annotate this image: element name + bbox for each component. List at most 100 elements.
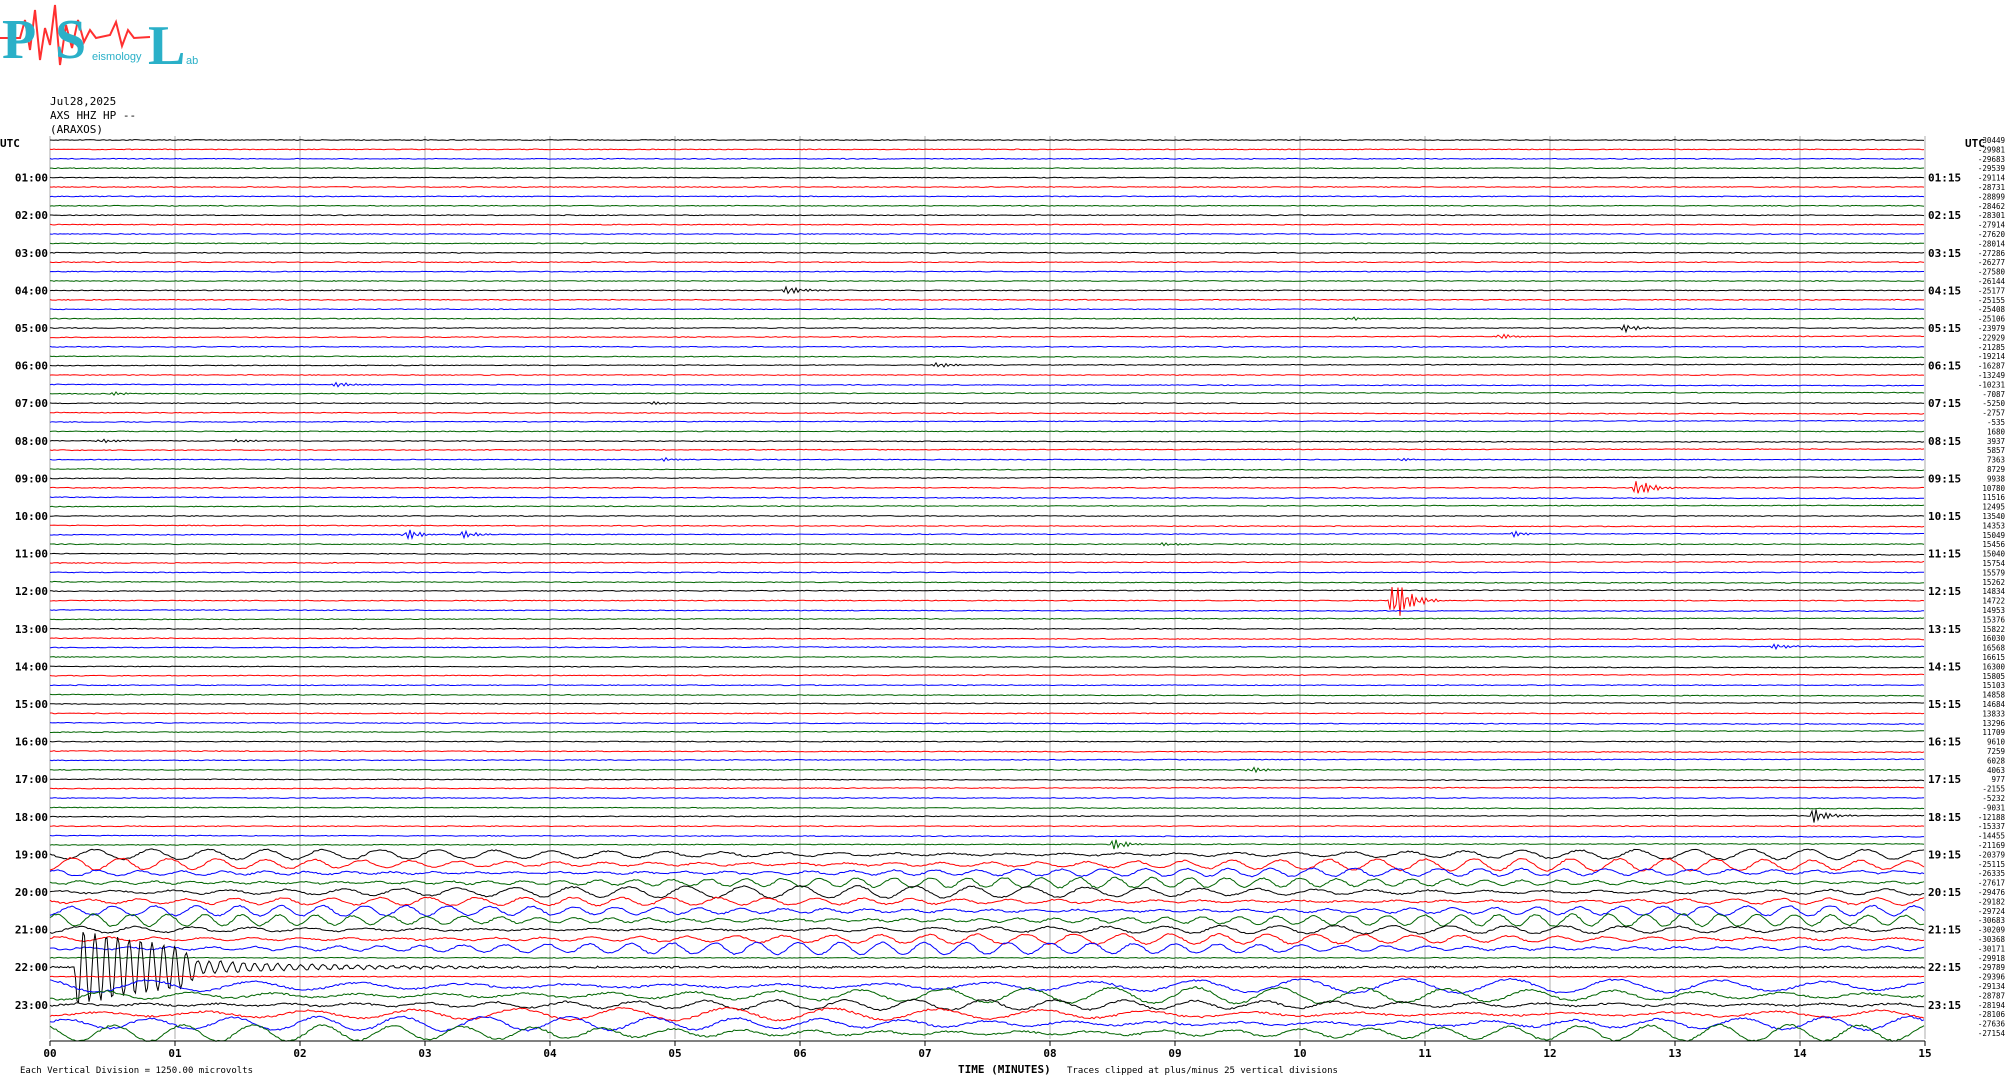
- seismic-trace: [49, 617, 1925, 621]
- x-tick-label: 09: [1168, 1047, 1181, 1060]
- x-tick-label: 13: [1668, 1047, 1681, 1060]
- hour-label-left: 13:00: [15, 623, 48, 636]
- hour-label-right: 10:15: [1928, 510, 1961, 523]
- trace-mean-label: 14353: [1982, 521, 2005, 530]
- seismic-trace: [49, 1006, 1925, 1022]
- seismic-trace: [49, 571, 1925, 574]
- trace-mean-label: -21285: [1978, 343, 2005, 352]
- trace-mean-label: 14722: [1982, 597, 2005, 606]
- trace-mean-label: -29476: [1978, 888, 2006, 897]
- hour-label-right: 03:15: [1928, 247, 1961, 260]
- seismic-trace: [49, 766, 1925, 774]
- trace-mean-label: 7259: [1987, 747, 2005, 756]
- trace-mean-label: -25155: [1978, 296, 2005, 305]
- seismic-trace: [49, 941, 1925, 956]
- hour-label-left: 23:00: [15, 999, 48, 1012]
- hour-label-left: 03:00: [15, 247, 48, 260]
- seismic-trace: [49, 481, 1925, 494]
- trace-mean-label: 14684: [1982, 700, 2005, 709]
- trace-mean-label: 13833: [1982, 709, 2005, 718]
- trace-mean-label: 16568: [1982, 644, 2005, 653]
- trace-mean-label: 14858: [1982, 691, 2005, 700]
- trace-mean-label: 11709: [1982, 728, 2005, 737]
- x-tick-label: 02: [293, 1047, 306, 1060]
- hour-label-right: 12:15: [1928, 585, 1961, 598]
- trace-mean-label: -28899: [1978, 192, 2005, 201]
- seismic-trace: [49, 251, 1925, 254]
- trace-mean-label: -29981: [1978, 145, 2005, 154]
- trace-mean-label: -29539: [1978, 164, 2005, 173]
- trace-mean-label: -29114: [1978, 174, 2006, 183]
- trace-mean-label: -29789: [1978, 963, 2005, 972]
- trace-mean-label: -28787: [1978, 991, 2005, 1000]
- trace-mean-label: -27914: [1978, 221, 2006, 230]
- seismic-trace: [49, 656, 1925, 658]
- seismic-trace: [50, 411, 1925, 415]
- seismic-trace: [49, 932, 1926, 1004]
- hour-label-right: 15:15: [1928, 698, 1961, 711]
- seismic-trace: [49, 839, 1925, 850]
- x-tick-label: 14: [1793, 1047, 1807, 1060]
- seismic-trace: [49, 333, 1925, 340]
- trace-mean-label: -30171: [1978, 944, 2005, 953]
- seismic-trace: [49, 223, 1925, 226]
- seismic-trace: [49, 998, 1925, 1012]
- seismic-trace: [49, 285, 1925, 295]
- trace-mean-label: -7087: [1982, 390, 2005, 399]
- trace-mean-label: -23979: [1978, 324, 2005, 333]
- hour-label-right: 07:15: [1928, 397, 1961, 410]
- trace-mean-label: -30209: [1978, 926, 2005, 935]
- seismic-trace: [49, 176, 1925, 179]
- seismic-trace: [49, 637, 1925, 641]
- trace-mean-label: -27580: [1978, 268, 2006, 277]
- trace-mean-label: -12188: [1978, 813, 2006, 822]
- hour-label-left: 15:00: [15, 698, 48, 711]
- hour-label-right: 18:15: [1928, 811, 1961, 824]
- trace-mean-label: -28014: [1978, 239, 2006, 248]
- hour-label-left: 21:00: [15, 924, 48, 937]
- trace-mean-label: -28731: [1978, 183, 2005, 192]
- hour-label-right: 22:15: [1928, 961, 1961, 974]
- seismic-trace: [50, 524, 1925, 528]
- seismic-trace: [49, 786, 1925, 790]
- hour-label-left: 12:00: [15, 585, 48, 598]
- hour-label-right: 09:15: [1928, 472, 1961, 485]
- trace-mean-label: -13249: [1978, 371, 2005, 380]
- seismic-trace: [49, 684, 1925, 687]
- hour-label-right: 16:15: [1928, 736, 1961, 749]
- seismic-trace: [50, 308, 1925, 311]
- seismic-trace: [49, 848, 1925, 861]
- hour-label-right: 23:15: [1928, 999, 1961, 1012]
- trace-mean-label: -27617: [1978, 879, 2005, 888]
- seismic-trace: [49, 896, 1925, 907]
- hour-label-left: 14:00: [15, 660, 48, 673]
- hour-label-left: 04:00: [15, 284, 48, 297]
- hour-label-right: 11:15: [1928, 548, 1961, 561]
- seismic-trace: [49, 316, 1925, 322]
- trace-mean-label: -28462: [1978, 202, 2005, 211]
- hour-label-right: 17:15: [1928, 773, 1961, 786]
- trace-mean-label: -27620: [1978, 230, 2006, 239]
- seismic-trace: [49, 419, 1925, 423]
- trace-mean-label: -30449: [1978, 136, 2005, 145]
- trace-mean-label: -27636: [1978, 1020, 2006, 1029]
- seismic-trace: [49, 355, 1925, 359]
- trace-mean-label: 14834: [1982, 587, 2005, 596]
- trace-mean-label: -29182: [1978, 897, 2005, 906]
- seismic-trace: [49, 758, 1925, 762]
- trace-mean-label: -21169: [1978, 841, 2005, 850]
- hour-label-left: 19:00: [15, 848, 48, 861]
- seismic-trace: [49, 361, 1925, 368]
- x-tick-label: 04: [543, 1047, 557, 1060]
- seismic-trace: [50, 627, 1925, 630]
- trace-mean-label: -28194: [1978, 1001, 2006, 1010]
- footer-scale-note: Each Vertical Division = 1250.00 microvo…: [20, 1066, 253, 1076]
- seismic-trace: [49, 673, 1925, 677]
- x-tick-label: 03: [418, 1047, 431, 1060]
- hour-label-left: 17:00: [15, 773, 48, 786]
- hour-label-left: 11:00: [15, 548, 48, 561]
- x-tick-label: 08: [1043, 1047, 1056, 1060]
- seismic-trace: [50, 701, 1925, 705]
- trace-mean-label: -29724: [1978, 907, 2006, 916]
- trace-mean-label: -30368: [1978, 935, 2006, 944]
